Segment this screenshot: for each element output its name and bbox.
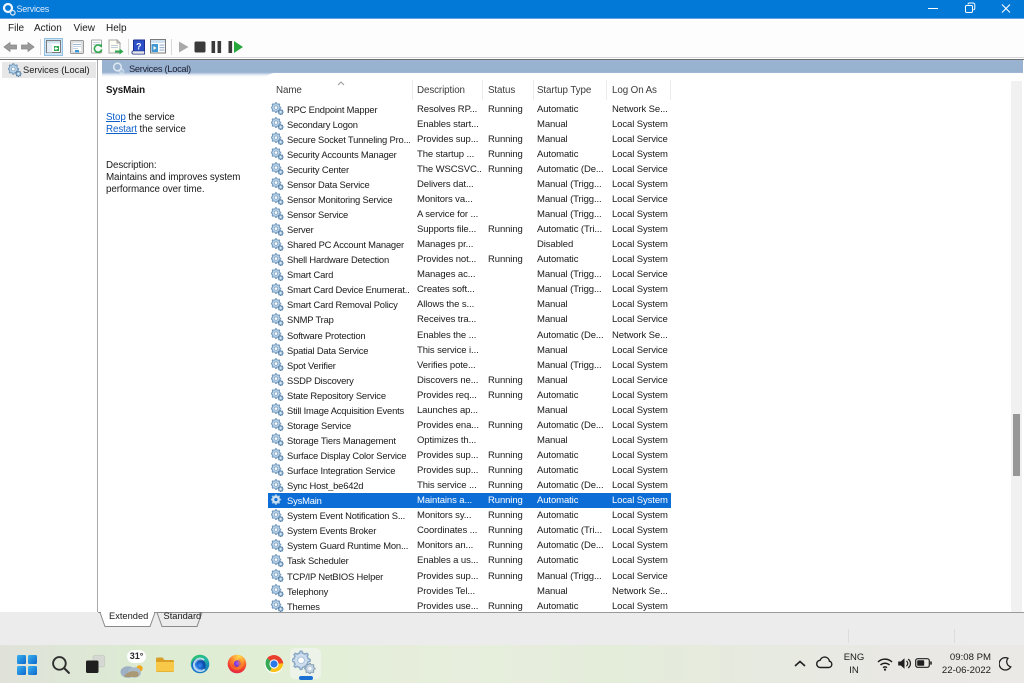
svg-text:?: ? xyxy=(136,42,142,52)
